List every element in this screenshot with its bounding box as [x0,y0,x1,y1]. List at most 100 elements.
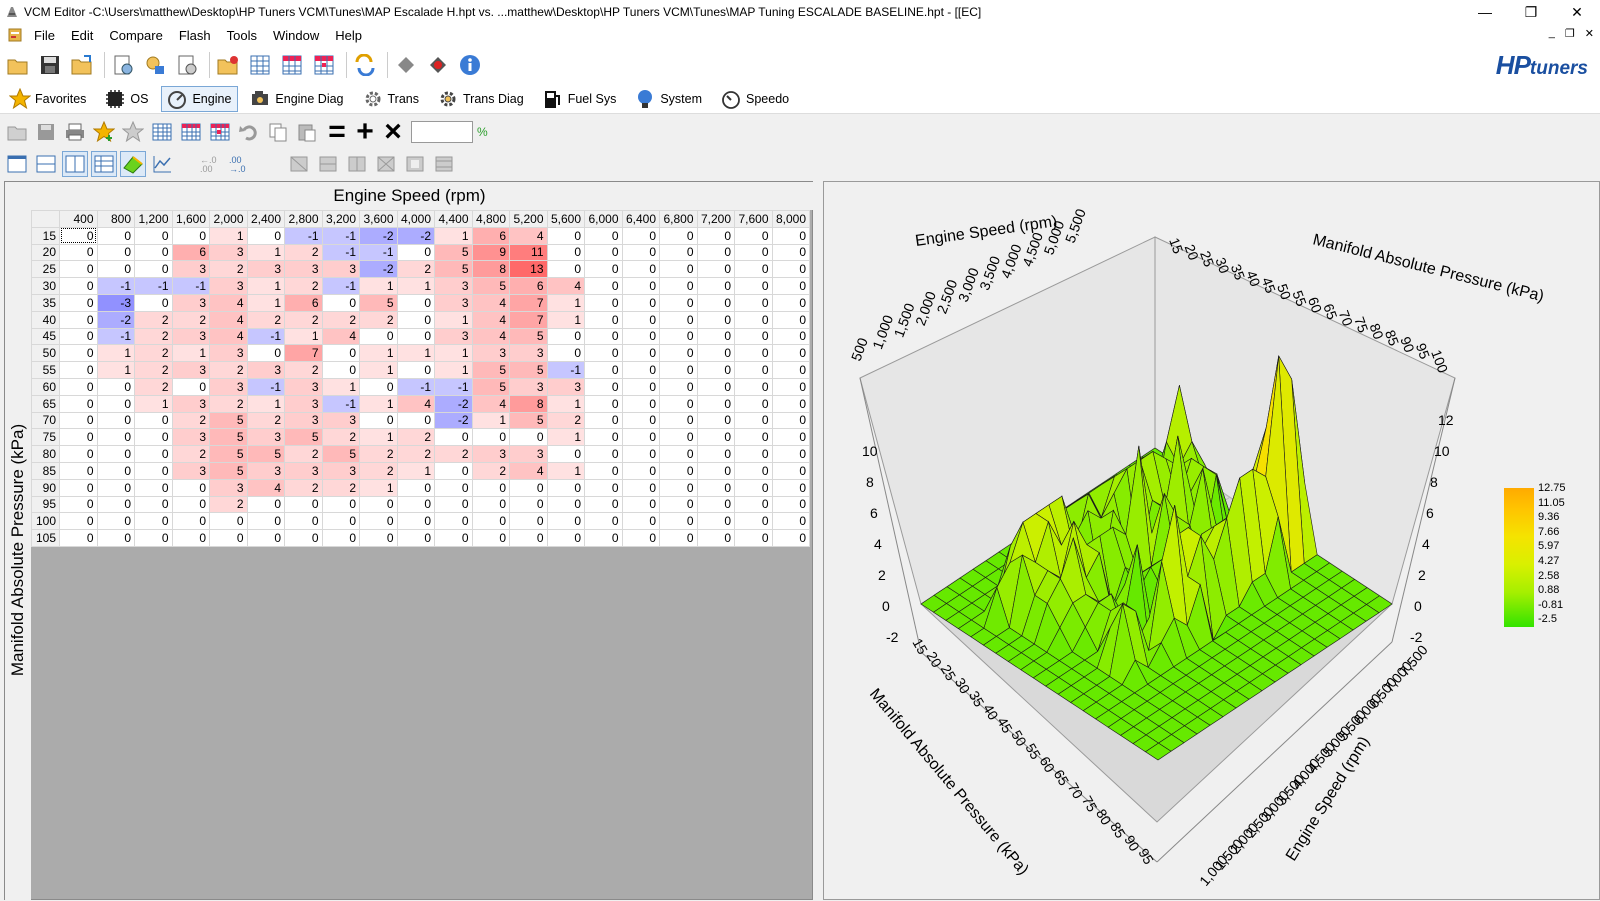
table-cell[interactable]: 0 [771,243,810,262]
table-icon[interactable] [246,51,274,79]
table-cell[interactable]: 4 [209,327,248,346]
column-header[interactable]: 4,000 [396,210,435,228]
table-cell[interactable]: 2 [209,361,248,379]
column-header[interactable]: 3,600 [359,210,398,228]
table-cell[interactable]: 0 [734,243,773,262]
row-header[interactable]: 100 [31,512,60,531]
table-cell[interactable]: 4 [471,293,510,312]
table-cell[interactable]: 0 [621,260,660,279]
table-cell[interactable]: 0 [59,428,98,447]
table-cell[interactable]: 0 [659,226,698,245]
table-cell[interactable]: 0 [734,529,773,547]
table-cell[interactable]: 0 [396,411,435,430]
table-cell[interactable]: 0 [584,445,623,463]
table-cell[interactable]: 0 [96,260,135,279]
table-cell[interactable]: 0 [659,260,698,279]
flatten-icon[interactable] [431,151,457,177]
table-cell[interactable]: 0 [584,344,623,363]
table-cell[interactable]: 0 [59,445,98,463]
row-header[interactable]: 25 [31,260,60,279]
table-cell[interactable]: 4 [321,327,360,346]
table-cell[interactable]: 5 [359,293,398,312]
table-cell[interactable]: 0 [396,243,435,262]
column-header[interactable]: 1,600 [171,210,210,228]
table-cell[interactable]: 0 [434,428,473,447]
table-cell[interactable]: 2 [321,478,360,497]
table-cell[interactable]: -1 [321,277,360,295]
interpolate-vertical-icon[interactable] [344,151,370,177]
table-cell[interactable]: 7 [509,293,548,312]
decrease-decimals-icon[interactable]: ←.0.00 [198,151,224,177]
table-cell[interactable]: 0 [96,445,135,463]
save-icon[interactable] [36,51,64,79]
table-cell[interactable]: 2 [134,377,173,396]
table-cell[interactable]: 0 [659,428,698,447]
row-header[interactable]: 70 [31,411,60,430]
column-header[interactable]: 4,400 [434,210,473,228]
nav-favorites[interactable]: Favorites [4,86,93,112]
table-cell[interactable]: 0 [621,310,660,329]
copy-icon[interactable] [265,119,291,145]
table-cell[interactable]: 0 [396,293,435,312]
table-cell[interactable]: 0 [471,428,510,447]
table-cell[interactable]: -1 [134,277,173,295]
table-cell[interactable]: -1 [246,327,285,346]
table-cell[interactable]: -1 [171,277,210,295]
surface-3d-icon[interactable] [120,151,146,177]
table-cell[interactable]: 3 [434,293,473,312]
table-cell[interactable]: 4 [471,394,510,413]
table-cell[interactable]: 2 [284,445,323,463]
table-cell[interactable]: 0 [321,512,360,531]
table-cell[interactable]: 0 [59,495,98,514]
save-table-icon[interactable] [33,119,59,145]
menu-help[interactable]: Help [327,24,370,46]
mdi-close-button[interactable]: ✕ [1585,27,1594,40]
remove-favorite-icon[interactable] [120,119,146,145]
table-cell[interactable]: 0 [134,293,173,312]
column-header[interactable]: 1,200 [134,210,173,228]
table-cell[interactable]: 0 [771,293,810,312]
table-cell[interactable]: 0 [321,361,360,379]
table-cell[interactable]: 0 [696,361,735,379]
table-cell[interactable]: 0 [321,344,360,363]
table-cell[interactable]: 0 [696,428,735,447]
column-header[interactable]: 2,400 [246,210,285,228]
table-cell[interactable]: 0 [59,226,98,245]
table-cell[interactable]: 0 [359,529,398,547]
tune-info-icon[interactable] [109,51,137,79]
table-cell[interactable]: 0 [696,327,735,346]
table-cell[interactable]: 9 [471,243,510,262]
table-cell[interactable]: 0 [696,277,735,295]
table-cell[interactable]: 3 [321,411,360,430]
menu-file[interactable]: File [26,24,63,46]
table-cell[interactable]: 0 [659,461,698,480]
table-cell[interactable]: -2 [359,226,398,245]
table-cell[interactable]: 0 [584,428,623,447]
table-cell[interactable]: 0 [396,327,435,346]
table-cell[interactable]: 0 [621,344,660,363]
nav-speedo[interactable]: Speedo [715,86,796,112]
table-cell[interactable]: 0 [134,512,173,531]
table-cell[interactable]: 3 [171,428,210,447]
add-favorite-icon[interactable] [91,119,117,145]
table-cell[interactable]: 4 [246,478,285,497]
multiply-value-button[interactable]: × [379,117,407,147]
table-cell[interactable]: 0 [134,243,173,262]
table-cell[interactable]: 1 [359,277,398,295]
table-cell[interactable]: 3 [246,361,285,379]
table-cell[interactable]: 4 [471,327,510,346]
table-cell[interactable]: 3 [209,243,248,262]
menu-compare[interactable]: Compare [101,24,170,46]
column-header[interactable]: 3,200 [321,210,360,228]
table-cell[interactable]: 2 [359,445,398,463]
table-cell[interactable]: 0 [59,260,98,279]
table-cell[interactable]: 0 [584,226,623,245]
column-header[interactable]: 400 [59,210,98,228]
table-cell[interactable]: 0 [59,310,98,329]
table-cell[interactable]: 0 [771,445,810,463]
table-cell[interactable]: 3 [171,361,210,379]
table-cell[interactable]: 0 [96,529,135,547]
table-cell[interactable]: 5 [284,428,323,447]
table-cell[interactable]: 0 [696,310,735,329]
table-cell[interactable]: 0 [59,512,98,531]
